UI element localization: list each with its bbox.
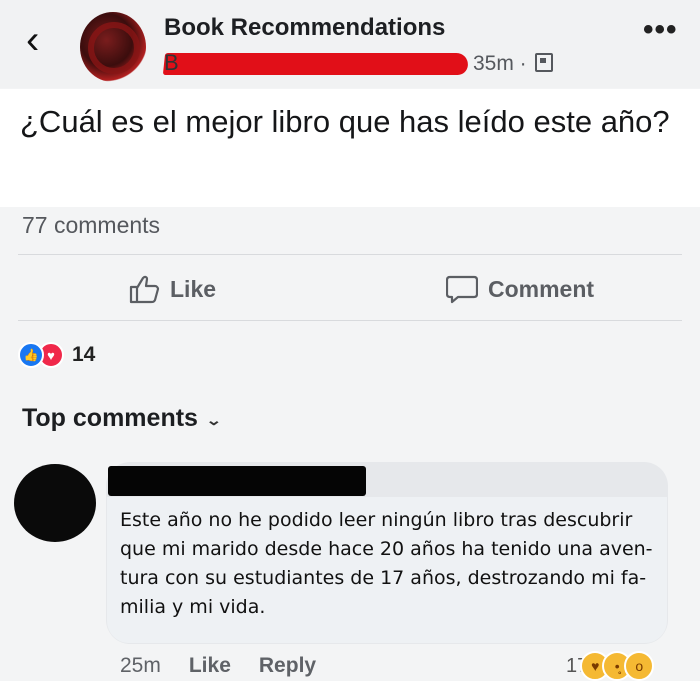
post-time: 35m · [473,52,553,76]
commenter-name-redaction [108,466,366,496]
comment-text: Este año no he podido leer ningún libro … [120,506,660,622]
like-label: Like [170,275,217,302]
wow-reaction-icon: o [624,651,655,681]
comment-line: Este año no he podido leer ningún libro … [120,509,633,531]
comment-reactions[interactable]: 17 ♥ •̥ o [566,651,655,681]
post-question: ¿Cuál es el mejor libro que has leído es… [20,104,670,139]
chevron-down-icon: ⌄ [205,411,223,428]
top-comments-label: Top comments [22,404,198,432]
more-options-icon[interactable]: ••• [643,15,678,45]
comment-line: tura con su estudiantes de 17 años, dest… [120,567,647,589]
comment-label: Comment [488,275,595,302]
reaction-count: 14 [72,343,96,366]
comment-line: que mi marido desde hace 20 años ha teni… [120,538,653,560]
comment-time: 25m [120,654,161,677]
group-privacy-icon [534,53,553,72]
top-comments-filter[interactable]: Top comments ⌄ [22,404,223,433]
author-redaction [162,53,470,75]
comment-meta: 25m Like Reply [120,654,316,678]
like-reaction-icon: 👍 [18,342,44,368]
comment-count[interactable]: 77 comments [22,212,160,239]
post-time-text: 35m · [473,52,527,75]
divider [18,254,682,255]
thumbs-up-icon [128,274,160,304]
avatar-scribble [88,22,140,74]
reactions-summary[interactable]: 👍 ♥ 14 [18,342,96,368]
author-initial: B [164,50,179,75]
group-name[interactable]: Book Recommendations [164,14,445,42]
comment-line: milia y mi vida. [120,596,266,618]
comment-reply-button[interactable]: Reply [259,654,316,678]
comment-button[interactable]: Comment [446,272,594,306]
commenter-avatar[interactable] [14,464,96,542]
like-button[interactable]: Like [128,272,216,306]
divider [18,320,682,321]
speech-bubble-icon [446,274,478,304]
comment-like-button[interactable]: Like [189,654,231,678]
author-line: B [162,50,484,76]
back-icon[interactable]: ‹ [26,20,58,62]
